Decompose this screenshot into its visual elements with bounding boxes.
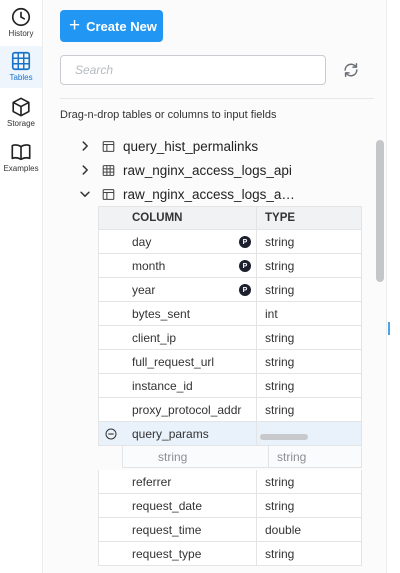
rail-item-label: Storage	[6, 119, 36, 128]
horizontal-scrollbar[interactable]	[260, 434, 308, 440]
subfield-key-type: string	[122, 446, 268, 468]
partition-badge: P	[239, 236, 251, 248]
table-name: query_hist_permalinks	[123, 138, 259, 154]
column-name: referrer	[98, 470, 256, 494]
clock-icon	[11, 7, 31, 27]
table-grid-icon	[11, 51, 31, 71]
column-row[interactable]: instance_id string	[98, 374, 362, 398]
column-row[interactable]: year P string	[98, 278, 362, 302]
column-name: full_request_url	[98, 350, 256, 374]
rail-item-label: Tables	[9, 73, 33, 82]
column-row[interactable]: month P string	[98, 254, 362, 278]
tree-item-table[interactable]: query_hist_permalinks	[78, 135, 258, 157]
chevron-right-icon[interactable]	[78, 139, 92, 153]
column-row-expanded[interactable]: query_params	[98, 422, 362, 446]
right-pane-edge	[386, 0, 400, 573]
create-new-label: Create New	[86, 18, 157, 34]
column-name: request_date	[98, 494, 256, 518]
column-type: string	[256, 542, 362, 566]
drag-hint: Drag-n-drop tables or columns to input f…	[60, 109, 277, 121]
rail-item-tables[interactable]: Tables	[0, 46, 42, 88]
rail-item-storage[interactable]: Storage	[0, 92, 42, 134]
column-name: month	[132, 258, 166, 273]
column-type: int	[256, 302, 362, 326]
tables-panel: + Create New Drag-n-drop tables or colum…	[44, 0, 386, 573]
table-icon	[102, 188, 115, 200]
column-name: request_time	[98, 518, 256, 542]
rail-item-label: Examples	[3, 164, 39, 173]
column-type: string	[256, 374, 362, 398]
column-row[interactable]: day P string	[98, 230, 362, 254]
column-row[interactable]: full_request_url string	[98, 350, 362, 374]
column-name: proxy_protocol_addr	[98, 398, 256, 422]
column-type: string	[256, 230, 362, 254]
column-name: instance_id	[98, 374, 256, 398]
column-header-name: COLUMN	[98, 206, 256, 230]
divider	[60, 98, 374, 99]
column-name: query_params	[132, 426, 209, 441]
column-name: request_type	[98, 542, 256, 566]
rail-item-history[interactable]: History	[0, 2, 42, 44]
column-row[interactable]: client_ip string	[98, 326, 362, 350]
resize-handle[interactable]	[388, 322, 390, 335]
rail-item-examples[interactable]: Examples	[0, 137, 42, 179]
cube-icon	[12, 97, 30, 117]
left-rail: History Tables Storage Examples	[0, 0, 43, 573]
tree-item-table[interactable]: raw_nginx_access_logs_api	[78, 159, 292, 181]
column-type: string	[256, 470, 362, 494]
column-name: client_ip	[98, 326, 256, 350]
collapse-minus-icon[interactable]	[105, 428, 117, 440]
table-grid-icon	[102, 164, 115, 176]
column-type: string	[256, 326, 362, 350]
table-name: raw_nginx_access_logs_a…	[123, 186, 295, 202]
create-new-button[interactable]: + Create New	[60, 10, 163, 42]
table-name: raw_nginx_access_logs_api	[123, 162, 292, 178]
partition-badge: P	[239, 260, 251, 272]
column-header-type: TYPE	[256, 206, 362, 230]
chevron-down-icon[interactable]	[78, 187, 92, 201]
column-row[interactable]: request_type string	[98, 542, 362, 566]
column-row[interactable]: request_date string	[98, 494, 362, 518]
column-name: bytes_sent	[98, 302, 256, 326]
column-name: day	[132, 234, 152, 249]
column-type: double	[256, 518, 362, 542]
table-icon	[102, 140, 115, 152]
chevron-right-icon[interactable]	[78, 163, 92, 177]
partition-badge: P	[239, 284, 251, 296]
column-row[interactable]: referrer string	[98, 470, 362, 494]
column-type: string	[256, 398, 362, 422]
column-type: string	[256, 254, 362, 278]
columns-table-header: COLUMN TYPE	[98, 206, 362, 230]
rail-item-label: History	[8, 29, 34, 38]
column-name: year	[132, 282, 156, 297]
plus-icon: +	[69, 14, 81, 36]
column-type: string	[256, 350, 362, 374]
search-input[interactable]	[60, 55, 326, 85]
column-row[interactable]: request_time double	[98, 518, 362, 542]
subfield-value-type: string	[268, 446, 362, 468]
struct-subfield-row[interactable]: string string	[122, 446, 362, 468]
column-type: string	[256, 494, 362, 518]
column-row[interactable]: bytes_sent int	[98, 302, 362, 326]
column-row[interactable]: proxy_protocol_addr string	[98, 398, 362, 422]
refresh-icon[interactable]	[341, 60, 361, 80]
column-type: string	[256, 278, 362, 302]
book-icon	[11, 144, 31, 161]
tree-item-table-expanded[interactable]: raw_nginx_access_logs_a…	[78, 183, 295, 205]
vertical-scrollbar-thumb[interactable]	[376, 140, 384, 282]
